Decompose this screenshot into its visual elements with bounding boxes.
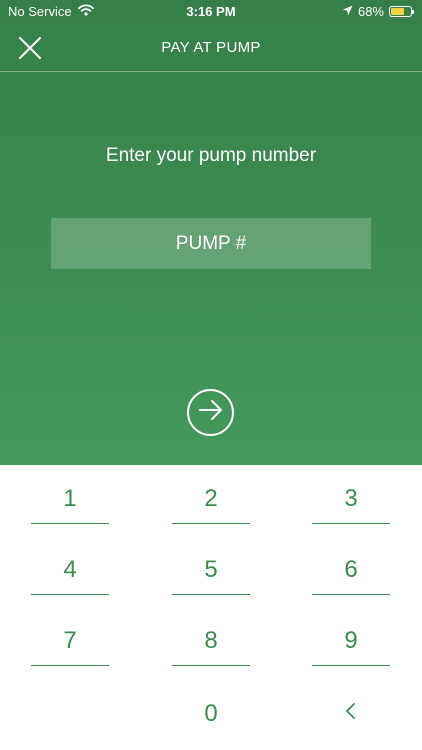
nav-bar: PAY AT PUMP — [0, 22, 422, 72]
page-title: PAY AT PUMP — [161, 39, 261, 56]
battery-level-fill — [391, 8, 404, 15]
battery-icon — [389, 6, 414, 17]
key-2[interactable]: 2 — [172, 474, 250, 524]
chevron-left-icon — [344, 700, 358, 728]
status-bar: No Service 3:16 PM 68% — [0, 0, 422, 22]
battery-percent: 68% — [357, 4, 384, 19]
key-4[interactable]: 4 — [31, 545, 109, 595]
key-7[interactable]: 7 — [31, 616, 109, 666]
key-9[interactable]: 9 — [312, 616, 390, 666]
location-arrow-icon — [342, 4, 353, 19]
key-8[interactable]: 8 — [172, 616, 250, 666]
status-right: 68% — [342, 4, 414, 19]
key-6[interactable]: 6 — [312, 545, 390, 595]
arrow-right-icon — [198, 399, 224, 426]
pump-entry-panel: No Service 3:16 PM 68% PAY AT PUMP Enter… — [0, 0, 422, 465]
key-3[interactable]: 3 — [312, 474, 390, 524]
numeric-keypad: 1 2 3 4 5 6 7 8 9 0 — [0, 465, 422, 750]
pump-number-input[interactable] — [51, 218, 371, 269]
pump-prompt: Enter your pump number — [105, 145, 317, 166]
key-5[interactable]: 5 — [172, 545, 250, 595]
key-1[interactable]: 1 — [31, 474, 109, 524]
submit-button[interactable] — [187, 389, 234, 436]
key-0[interactable]: 0 — [172, 689, 250, 739]
backspace-button[interactable] — [312, 689, 390, 739]
